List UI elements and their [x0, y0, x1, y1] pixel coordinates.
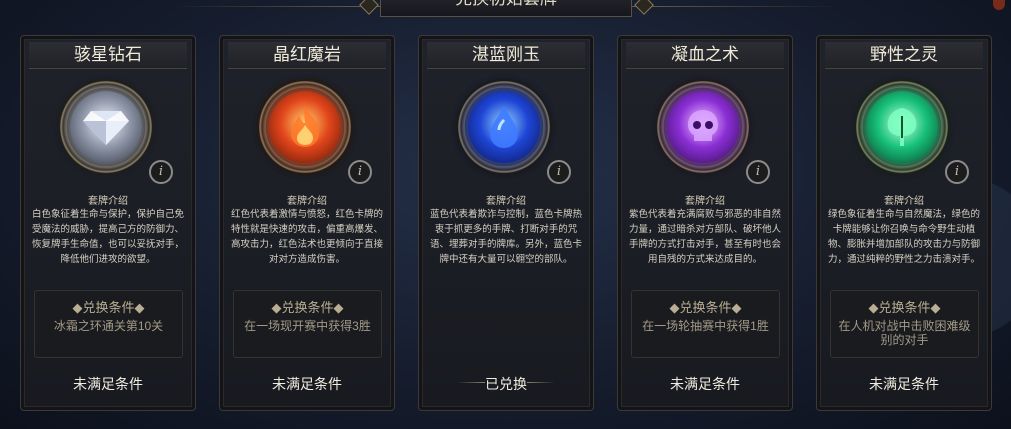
deck-description: 蓝色代表着欺诈与控制，蓝色卡牌热衷于抓更多的手牌、打断对手的咒语、埋葬对手的牌库…: [429, 209, 582, 265]
deck-name: 湛蓝刚玉: [427, 42, 585, 69]
deck-card[interactable]: 湛蓝刚玉 i 套牌介绍 蓝色代表着欺诈与控制，蓝色卡牌热衷于抓更多的手牌、打断对…: [418, 35, 594, 411]
status-label: 未满足条件: [73, 376, 143, 392]
intro-heading: 套牌介绍: [884, 196, 924, 207]
info-icon[interactable]: i: [547, 160, 571, 184]
title-divider-right: [630, 6, 840, 7]
page-title: 兑换初始套牌: [380, 0, 632, 17]
diamond-icon: [70, 91, 142, 163]
condition-box: ◆兑换条件◆ 在一场轮抽赛中获得1胜: [631, 290, 780, 358]
status-label: 未满足条件: [272, 376, 342, 392]
deck-card[interactable]: 凝血之术 i 套牌介绍 紫色代表着充满腐败与邪恶的非自然力量，通过暗杀对方部队、…: [617, 35, 793, 411]
deck-description: 白色象征着生命与保护，保护自己免受魔法的威胁，提高己方的防御力、恢复牌手生命值，…: [31, 209, 184, 265]
tree-icon: [866, 91, 938, 163]
condition-text: 冰霜之环通关第10关: [53, 319, 164, 333]
condition-box: ◆兑换条件◆ 冰霜之环通关第10关: [34, 290, 183, 358]
deck-emblem: [458, 81, 550, 173]
fire-icon: [269, 91, 341, 163]
deck-description: 红色代表着激情与愤怒，红色卡牌的特性就是快速的攻击，偏重高爆发、高攻击力，红色法…: [230, 209, 383, 265]
intro-heading: 套牌介绍: [486, 196, 526, 207]
condition-box: ◆兑换条件◆ 在人机对战中击败困难级别的对手: [830, 290, 979, 358]
deck-emblem: [259, 81, 351, 173]
water-drop-icon: [468, 91, 540, 163]
status-label: 已兑换: [485, 376, 527, 392]
info-icon[interactable]: i: [149, 160, 173, 184]
deck-emblem: [856, 81, 948, 173]
deck-description: 紫色代表着充满腐败与邪恶的非自然力量，通过暗杀对方部队、破坏他人手牌的方式打击对…: [628, 209, 781, 265]
deck-name: 野性之灵: [825, 42, 983, 69]
condition-heading: ◆兑换条件◆: [271, 300, 344, 315]
skull-icon: [667, 91, 739, 163]
condition-text: 在人机对战中击败困难级别的对手: [838, 319, 971, 347]
status-label: 未满足条件: [670, 376, 740, 392]
deck-name: 晶红魔岩: [228, 42, 386, 69]
condition-heading: ◆兑换条件◆: [669, 300, 742, 315]
condition-box: ◆兑换条件◆ 在一场现开赛中获得3胜: [233, 290, 382, 358]
deck-card[interactable]: 晶红魔岩 i 套牌介绍 红色代表着激情与愤怒，红色卡牌的特性就是快速的攻击，偏重…: [219, 35, 395, 411]
deck-emblem: [657, 81, 749, 173]
deck-card[interactable]: 野性之灵 i 套牌介绍 绿色象征着生命与自然魔法，绿色的卡牌能够让你召唤与命令野…: [816, 35, 992, 411]
info-icon[interactable]: i: [746, 160, 770, 184]
intro-heading: 套牌介绍: [685, 196, 725, 207]
deck-card-list: 骇星钻石 i 套牌介绍 白色象征着生命与保护，保护自己免受魔法的威胁，提高己方的…: [20, 35, 1000, 415]
condition-heading: ◆兑换条件◆: [72, 300, 145, 315]
intro-heading: 套牌介绍: [88, 196, 128, 207]
condition-text: 在一场轮抽赛中获得1胜: [642, 319, 769, 333]
deck-emblem: [60, 81, 152, 173]
condition-text: 在一场现开赛中获得3胜: [244, 319, 371, 333]
condition-heading: ◆兑换条件◆: [868, 300, 941, 315]
info-icon[interactable]: i: [945, 160, 969, 184]
intro-heading: 套牌介绍: [287, 196, 327, 207]
deck-name: 骇星钻石: [29, 42, 187, 69]
deck-card[interactable]: 骇星钻石 i 套牌介绍 白色象征着生命与保护，保护自己免受魔法的威胁，提高己方的…: [20, 35, 196, 411]
title-divider-left: [170, 6, 380, 7]
deck-name: 凝血之术: [626, 42, 784, 69]
info-icon[interactable]: i: [348, 160, 372, 184]
status-label: 未满足条件: [869, 376, 939, 392]
deck-description: 绿色象征着生命与自然魔法，绿色的卡牌能够让你召唤与命令野生动植物、膨胀并增加部队…: [827, 209, 980, 265]
